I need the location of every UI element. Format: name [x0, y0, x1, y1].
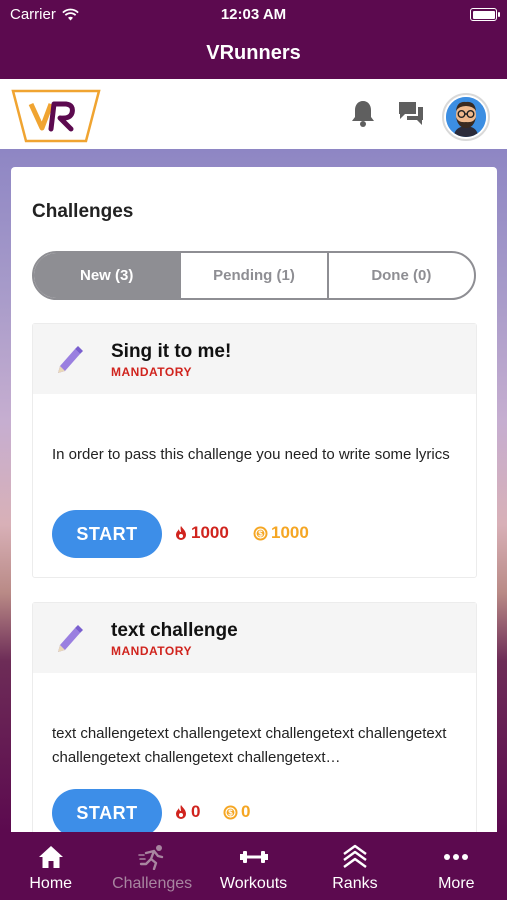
coin-points-value: 1000: [271, 523, 309, 542]
tab-challenges-label: Challenges: [112, 875, 193, 892]
tab-done[interactable]: Done (0): [329, 253, 474, 298]
fire-icon: [176, 805, 186, 819]
challenge-title: text challenge: [111, 620, 238, 641]
pencil-icon: [58, 625, 83, 652]
tab-ranks-label: Ranks: [332, 875, 378, 892]
page-title: Challenges: [32, 201, 134, 222]
tab-more[interactable]: More: [406, 832, 507, 900]
challenge-card[interactable]: text challenge MANDATORY text challenget…: [32, 602, 477, 847]
app-title: VRunners: [0, 30, 507, 79]
ranks-icon: [343, 844, 367, 868]
avatar-face-icon: [446, 97, 486, 137]
tab-pending[interactable]: Pending (1): [181, 253, 329, 298]
mandatory-badge: MANDATORY: [111, 644, 192, 658]
start-button[interactable]: START: [52, 789, 162, 837]
tab-challenges[interactable]: Challenges: [101, 832, 202, 900]
tab-new[interactable]: New (3): [34, 253, 182, 298]
more-icon: [444, 854, 469, 860]
start-button[interactable]: START: [52, 510, 162, 558]
coin-icon: $: [253, 526, 268, 540]
tab-home-label: Home: [29, 875, 73, 892]
fire-points-value: 1000: [191, 523, 229, 542]
app-header: [0, 79, 507, 149]
tab-workouts-label: Workouts: [219, 875, 288, 892]
challenge-title: Sing it to me!: [111, 341, 232, 362]
fire-icon: [176, 526, 186, 540]
status-bar: Carrier 12:03 AM: [0, 0, 507, 30]
coin-icon: $: [223, 805, 238, 819]
home-icon: [38, 846, 63, 868]
tab-ranks[interactable]: Ranks: [304, 832, 405, 900]
vrunners-logo[interactable]: [10, 89, 102, 143]
tab-more-label: More: [438, 875, 475, 892]
battery-icon: [470, 8, 500, 21]
challenge-card-header: text challenge MANDATORY: [33, 603, 476, 673]
tab-home[interactable]: Home: [0, 832, 101, 900]
avatar[interactable]: [442, 93, 490, 141]
challenge-description: text challengetext challengetext challen…: [52, 725, 447, 766]
mandatory-badge: MANDATORY: [111, 365, 192, 379]
challenge-filter-tabs: New (3) Pending (1) Done (0): [32, 251, 476, 300]
coin-points-value: 0: [241, 802, 251, 821]
fire-points-value: 0: [191, 802, 201, 821]
status-time: 12:03 AM: [220, 6, 287, 23]
dumbbell-icon: [239, 851, 268, 863]
bottom-tab-bar: Home Challenges Workouts Ranks More: [0, 832, 507, 900]
coin-points: $ 1000: [253, 523, 309, 543]
bell-icon[interactable]: [350, 99, 376, 127]
chat-icon[interactable]: [397, 100, 425, 126]
challenges-panel: Challenges New (3) Pending (1) Done (0) …: [11, 167, 497, 847]
svg-text:$: $: [258, 529, 263, 538]
runner-icon: [138, 845, 164, 870]
coin-points: $ 0: [223, 802, 250, 822]
challenge-card[interactable]: Sing it to me! MANDATORY In order to pas…: [32, 323, 477, 578]
pencil-icon: [58, 346, 83, 373]
fire-points: 0: [174, 802, 200, 822]
challenge-card-header: Sing it to me! MANDATORY: [33, 324, 476, 394]
tab-workouts[interactable]: Workouts: [203, 832, 304, 900]
fire-points: 1000: [174, 523, 229, 543]
challenge-description: In order to pass this challenge you need…: [52, 446, 450, 463]
svg-text:$: $: [228, 808, 233, 817]
